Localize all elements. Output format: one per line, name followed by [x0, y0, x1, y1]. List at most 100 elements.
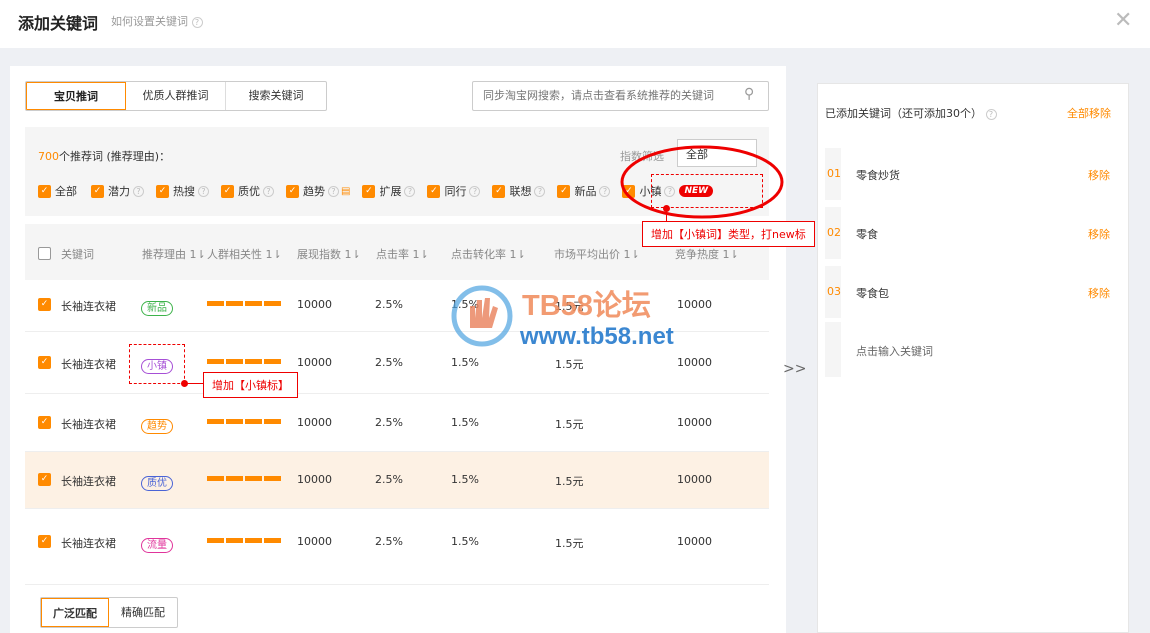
input-row-gutter: [825, 322, 841, 377]
keyword-input-row[interactable]: 点击输入关键词: [825, 322, 1128, 377]
relevance-bar: [207, 419, 281, 424]
col-impressions[interactable]: 展现指数 1⇂: [297, 246, 361, 262]
tab-crowd-recommend[interactable]: 优质人群推词: [126, 82, 226, 110]
checkbox-all[interactable]: ✓ 全部: [38, 183, 87, 199]
recommend-count: 700个推荐词 (推荐理由)：: [38, 148, 170, 164]
annotation-tag-note: 增加【小镇标】: [203, 372, 298, 398]
relevance-bar: [207, 538, 281, 543]
select-all-checkbox[interactable]: [38, 247, 51, 260]
annotation-dot: [663, 205, 670, 212]
checkbox-new[interactable]: ✓ 新品?: [557, 183, 618, 199]
keyword-input[interactable]: 点击输入关键词: [856, 343, 933, 359]
checkbox-checked-icon[interactable]: ✓: [221, 184, 234, 198]
tab-item-recommend[interactable]: 宝贝推词: [26, 82, 126, 110]
keyword-list-item: 03 零食包 移除: [825, 266, 1128, 318]
help-icon: ?: [328, 185, 339, 197]
watermark: TB58论坛 www.tb58.net: [448, 280, 718, 350]
annotation-type-note: 增加【小镇词】类型，打new标: [642, 221, 815, 247]
checkbox-expand[interactable]: ✓ 扩展?: [362, 183, 423, 199]
keyword-text: 零食包: [856, 287, 889, 300]
howto-label[interactable]: 如何设置关键词: [111, 15, 188, 28]
tab-bar: 宝贝推词 优质人群推词 搜索关键词: [25, 81, 327, 111]
reason-tag: 趋势: [141, 414, 173, 434]
reason-tag-label: 流量: [141, 538, 173, 553]
row-heat: 10000: [677, 356, 712, 369]
watermark-url: www.tb58.net: [520, 323, 674, 350]
row-keyword: 长袖连衣裙: [61, 300, 116, 313]
row-checkbox[interactable]: ✓: [38, 535, 51, 548]
added-keywords-title-label: 已添加关键词（还可添加30个）: [825, 107, 982, 120]
exact-match-button[interactable]: 精确匹配: [109, 598, 177, 627]
row-price: 1.5元: [555, 358, 584, 371]
remove-keyword-button[interactable]: 移除: [1088, 285, 1110, 301]
keyword-text: 零食: [856, 228, 878, 241]
watermark-title: TB58论坛: [522, 290, 651, 322]
row-impressions: 10000: [297, 416, 332, 429]
col-competition[interactable]: 竞争热度 1⇂: [675, 246, 739, 262]
dialog-title: 添加关键词: [18, 14, 99, 33]
row-ctr: 2.5%: [375, 473, 403, 486]
row-ctr: 2.5%: [375, 356, 403, 369]
row-cvr: 1.5%: [451, 473, 479, 486]
close-icon[interactable]: ✕: [1114, 8, 1132, 33]
col-ctr[interactable]: 点击率 1⇂: [376, 246, 429, 262]
col-avg-price[interactable]: 市场平均出价 1⇂: [554, 246, 640, 262]
col-relevance[interactable]: 人群相关性 1⇂: [207, 246, 282, 262]
keyword-list-item: 02 零食 移除: [825, 207, 1128, 259]
col-reason[interactable]: 推荐理由 1⇂: [142, 246, 206, 262]
row-checkbox[interactable]: ✓: [38, 298, 51, 311]
checkbox-label: 新品: [574, 185, 597, 198]
keyword-list-item: 01 零食炒货 移除: [825, 148, 1128, 200]
checkbox-checked-icon[interactable]: ✓: [362, 184, 376, 198]
checkbox-quality[interactable]: ✓ 质优?: [221, 183, 282, 199]
reason-tag-label: 质优: [141, 476, 173, 491]
help-icon: ?: [198, 185, 209, 197]
checkbox-checked-icon[interactable]: ✓: [557, 184, 571, 198]
help-icon: ?: [133, 185, 144, 197]
help-icon: ?: [985, 108, 997, 120]
remove-keyword-button[interactable]: 移除: [1088, 226, 1110, 242]
help-icon: ?: [263, 185, 274, 197]
row-impressions: 10000: [297, 535, 332, 548]
row-checkbox[interactable]: ✓: [38, 356, 51, 369]
checkbox-peer[interactable]: ✓ 同行?: [427, 183, 488, 199]
help-icon: ?: [404, 185, 416, 197]
keyword-text: 零食炒货: [856, 169, 900, 182]
row-price: 1.5元: [555, 418, 584, 431]
search-icon[interactable]: ⚲: [744, 86, 754, 102]
keyword-index: 01: [825, 148, 841, 200]
checkbox-trend[interactable]: ✓ 趋势? ▤: [286, 183, 358, 199]
remove-all-button[interactable]: 全部移除: [1067, 105, 1111, 121]
document-icon: ▤: [341, 185, 351, 197]
help-icon: ?: [191, 16, 203, 28]
row-cvr: 1.5%: [451, 416, 479, 429]
row-heat: 10000: [677, 473, 712, 486]
keyword-search-input[interactable]: [472, 81, 769, 111]
checkbox-checked-icon[interactable]: ✓: [286, 184, 299, 198]
recommend-count-label: 个推荐词 (推荐理由)：: [59, 150, 171, 163]
transfer-arrow-button[interactable]: >>: [783, 361, 806, 377]
row-ctr: 2.5%: [375, 416, 403, 429]
checkbox-checked-icon[interactable]: ✓: [492, 184, 506, 198]
remove-keyword-button[interactable]: 移除: [1088, 167, 1110, 183]
annotation-dashed-box: [129, 344, 185, 384]
checkbox-checked-icon[interactable]: ✓: [156, 184, 169, 198]
checkbox-checked-icon[interactable]: ✓: [38, 184, 51, 198]
howto-link[interactable]: 如何设置关键词 ?: [111, 13, 203, 29]
checkbox-hot[interactable]: ✓ 热搜?: [156, 183, 217, 199]
annotation-dashed-box: [651, 174, 763, 208]
row-checkbox[interactable]: ✓: [38, 416, 51, 429]
checkbox-potential[interactable]: ✓ 潜力?: [91, 183, 152, 199]
checkbox-label: 潜力: [108, 185, 130, 198]
row-checkbox[interactable]: ✓: [38, 473, 51, 486]
broad-match-button[interactable]: 广泛匹配: [41, 598, 109, 627]
col-cvr[interactable]: 点击转化率 1⇂: [451, 246, 526, 262]
row-keyword: 长袖连衣裙: [61, 358, 116, 371]
reason-tag: 流量: [141, 533, 173, 553]
row-impressions: 10000: [297, 298, 332, 311]
tab-search-keyword[interactable]: 搜索关键词: [226, 82, 326, 110]
checkbox-checked-icon[interactable]: ✓: [91, 184, 104, 198]
checkbox-checked-icon[interactable]: ✓: [427, 184, 441, 198]
row-ctr: 2.5%: [375, 298, 403, 311]
checkbox-associate[interactable]: ✓ 联想?: [492, 183, 553, 199]
